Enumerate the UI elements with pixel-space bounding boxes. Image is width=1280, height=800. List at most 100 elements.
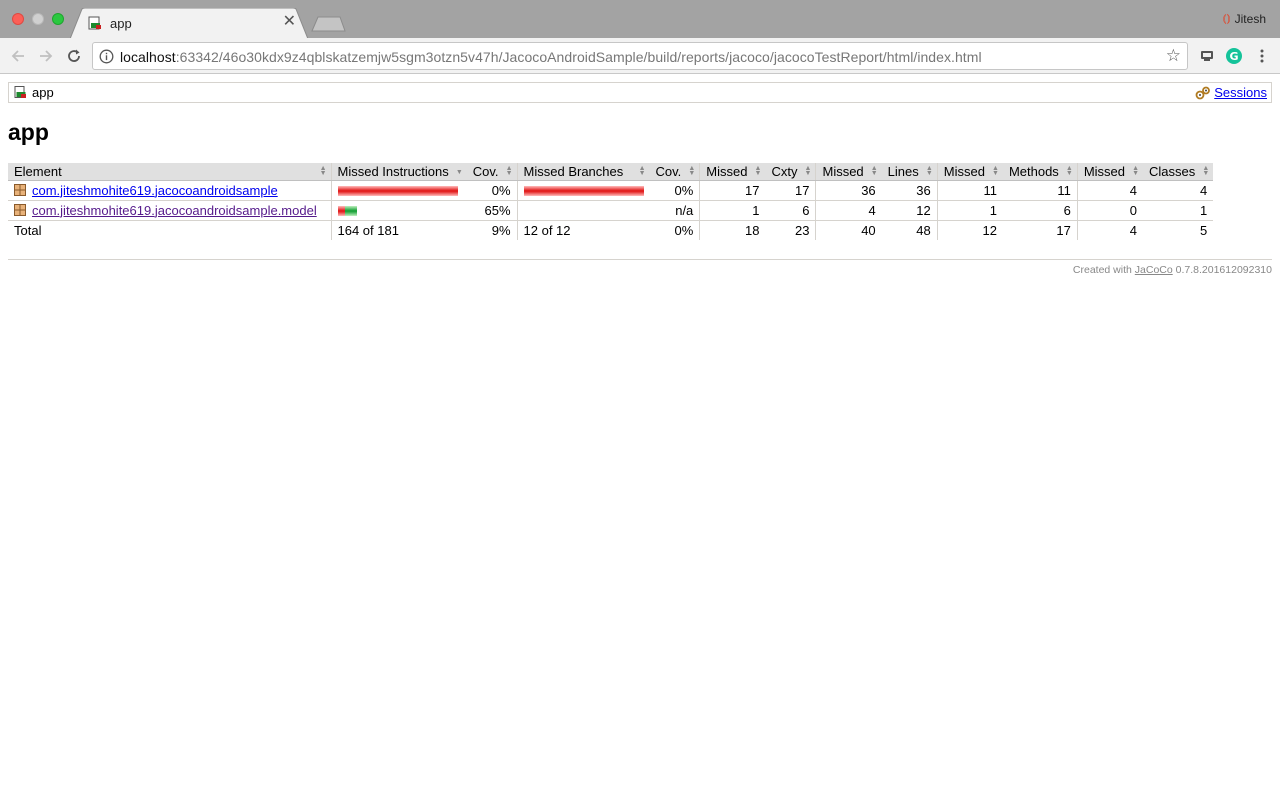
total-classes: 5 — [1200, 222, 1208, 238]
sort-icon: ▲ ▼ — [1202, 165, 1210, 177]
report-icon — [14, 86, 26, 98]
sort-icon: ▲ ▼ — [804, 165, 812, 177]
header-lines[interactable]: Lines ▲ ▼ — [881, 163, 938, 181]
browser-tab[interactable]: app ✕ — [70, 8, 308, 39]
total-lines: 48 — [916, 222, 931, 238]
sort-icon: ▲ ▼ — [925, 165, 933, 177]
profile-name: Jitesh — [1234, 11, 1266, 26]
total-branch-cov: 0% — [674, 222, 694, 238]
sort-icon: ▲ ▼ — [992, 165, 999, 177]
lines-missed-cell: 36 — [815, 180, 882, 201]
table-header-row: Element ▲ ▼ Missed Instructions ▼ Cov. ▲ ▼ Mi… — [8, 163, 1214, 181]
sessions-link[interactable]: Sessions — [1214, 85, 1267, 100]
new-tab-button[interactable] — [310, 16, 346, 32]
menu-kebab-icon[interactable] — [1253, 47, 1271, 65]
covered-bar — [344, 206, 357, 217]
total-branches: 12 of 12 — [516, 220, 650, 240]
profile-icon: ⦅⦆ — [1222, 11, 1231, 25]
total-classes-missed: 4 — [1076, 220, 1143, 240]
package-icon — [14, 183, 26, 196]
jacoco-link[interactable]: JaCoCo — [1135, 264, 1173, 276]
total-methods-missed: 12 — [936, 220, 1003, 240]
branch-cov-cell: 0% — [649, 180, 700, 201]
header-branch-cov[interactable]: Cov. ▲ ▼ — [649, 163, 700, 181]
reload-button[interactable] — [62, 44, 86, 68]
header-missed-branches[interactable]: Missed Branches ▲ ▼ — [516, 163, 650, 181]
close-tab-icon[interactable]: ✕ — [283, 14, 296, 30]
missed-bar — [337, 186, 458, 197]
package-icon — [14, 203, 26, 216]
classes-missed-cell: 0 — [1076, 200, 1143, 221]
profile-button[interactable]: ⦅⦆ Jitesh — [1223, 11, 1266, 26]
header-element[interactable]: Element ▲ ▼ — [8, 163, 331, 181]
sort-icon: ▲ ▼ — [505, 165, 513, 177]
forward-button[interactable] — [34, 44, 58, 68]
sort-icon: ▲ ▼ — [1065, 165, 1073, 177]
missed-instructions-bar — [330, 180, 467, 201]
bookmark-star-icon[interactable]: ☆ — [1166, 47, 1181, 65]
total-methods: 17 — [1056, 222, 1071, 238]
table-row: com.jiteshmohite619.jacocoandroidsample.… — [8, 200, 1214, 221]
footer-prefix: Created with — [1072, 264, 1132, 276]
svg-text:G: G — [1229, 50, 1238, 63]
back-arrow-icon — [11, 50, 24, 62]
methods-missed-cell: 1 — [936, 200, 1003, 221]
back-button[interactable] — [6, 44, 30, 68]
header-classes[interactable]: Classes ▲ ▼ — [1143, 163, 1214, 181]
header-cxty-missed[interactable]: Missed ▲ ▼ — [699, 163, 766, 181]
sort-icon: ▲ ▼ — [870, 165, 878, 177]
methods-missed-cell: 11 — [936, 180, 1003, 201]
page-content: app Sessions app Element ▲ ▼ Missed Instru… — [0, 75, 1280, 800]
cxty-missed-cell: 17 — [699, 180, 766, 201]
footer: Created with JaCoCo 0.7.8.201612092310 — [1073, 264, 1272, 276]
sessions-link-group: Sessions — [1195, 85, 1267, 100]
minimize-window-button[interactable] — [32, 13, 44, 25]
header-methods-missed[interactable]: Missed ▲ ▼ — [936, 163, 1003, 181]
breadcrumb: app Sessions — [8, 82, 1272, 103]
cxty-cell: 6 — [765, 200, 816, 221]
total-row: Total 164 of 181 9% 12 of 12 0% 18 23 40… — [8, 220, 1213, 240]
cast-extension-icon[interactable] — [1198, 47, 1216, 65]
url-text: localhost:63342/46o30kdx9z4qblskatzemjw5… — [120, 49, 982, 65]
breadcrumb-label: app — [32, 85, 54, 100]
cxty-missed-cell: 1 — [699, 200, 766, 221]
header-lines-missed[interactable]: Missed ▲ ▼ — [815, 163, 882, 181]
sort-icon: ▲ ▼ — [638, 165, 646, 177]
header-classes-missed[interactable]: Missed ▲ ▼ — [1076, 163, 1143, 181]
package-link[interactable]: com.jiteshmohite619.jacocoandroidsample.… — [32, 203, 317, 218]
header-methods[interactable]: Methods ▲ ▼ — [1002, 163, 1078, 181]
lines-cell: 36 — [881, 180, 938, 201]
total-cxty: 23 — [795, 222, 810, 238]
maximize-window-button[interactable] — [52, 13, 64, 25]
grammarly-extension-icon[interactable]: G — [1225, 47, 1243, 65]
methods-cell: 6 — [1002, 200, 1078, 221]
coverage-table: Element ▲ ▼ Missed Instructions ▼ Cov. ▲ ▼ Mi… — [8, 163, 1214, 240]
total-instr-cov: 9% — [491, 222, 511, 238]
classes-cell: 1 — [1143, 200, 1214, 221]
tab-title: app — [110, 16, 132, 31]
package-link[interactable]: com.jiteshmohite619.jacocoandroidsample — [32, 183, 278, 198]
classes-cell: 4 — [1143, 180, 1214, 201]
report-favicon-icon — [88, 16, 101, 30]
sort-icon: ▲ ▼ — [754, 165, 762, 177]
lines-cell: 12 — [881, 200, 938, 221]
reload-icon — [68, 49, 80, 62]
header-cxty[interactable]: Cxty ▲ ▼ — [765, 163, 816, 181]
close-window-button[interactable] — [12, 13, 24, 25]
footer-version: 0.7.8.201612092310 — [1175, 264, 1272, 276]
browser-titlebar: app ✕ ⦅⦆ Jitesh — [0, 0, 1280, 39]
sessions-icon — [1195, 86, 1211, 99]
footer-divider — [8, 259, 1272, 260]
header-instr-cov[interactable]: Cov. ▲ ▼ — [466, 163, 518, 181]
table-row: com.jiteshmohite619.jacocoandroidsample … — [8, 180, 1214, 201]
sort-icon: ▲ ▼ — [319, 165, 327, 177]
element-cell: com.jiteshmohite619.jacocoandroidsample.… — [8, 200, 331, 221]
lines-missed-cell: 4 — [815, 200, 882, 221]
address-bar[interactable]: localhost:63342/46o30kdx9z4qblskatzemjw5… — [92, 42, 1188, 70]
total-cxty-missed: 18 — [699, 220, 766, 240]
header-missed-instructions[interactable]: Missed Instructions ▼ — [330, 163, 467, 181]
classes-missed-cell: 4 — [1076, 180, 1143, 201]
total-lines-missed: 40 — [815, 220, 882, 240]
info-icon[interactable] — [99, 49, 114, 64]
instr-cov-cell: 0% — [466, 180, 518, 201]
